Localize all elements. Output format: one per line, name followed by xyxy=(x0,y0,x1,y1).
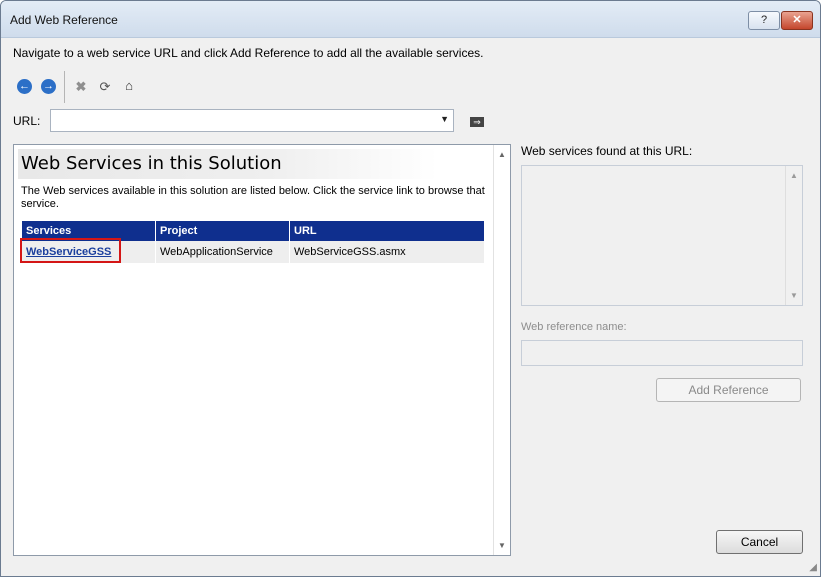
page-heading: Web Services in this Solution xyxy=(21,153,282,174)
browser-scrollbar[interactable]: ▲ ▼ xyxy=(493,145,510,555)
column-header-url: URL xyxy=(289,221,485,241)
back-icon[interactable]: ← xyxy=(17,79,32,94)
found-list-scrollbar: ▲ ▼ xyxy=(785,166,802,305)
chevron-down-icon[interactable]: ▼ xyxy=(440,114,449,124)
help-button[interactable]: ? xyxy=(748,11,780,30)
scroll-down-icon[interactable]: ▼ xyxy=(498,541,506,550)
refresh-icon[interactable]: ⟳ xyxy=(97,79,113,95)
scroll-down-icon: ▼ xyxy=(790,291,798,300)
page-description: The Web services available in this solut… xyxy=(21,185,485,210)
project-cell: WebApplicationService xyxy=(155,241,290,263)
instruction-text: Navigate to a web service URL and click … xyxy=(13,46,484,60)
title-bar: Add Web Reference ? ✕ xyxy=(1,1,820,38)
url-label: URL: xyxy=(13,114,41,128)
resize-grip-icon[interactable]: ◢ xyxy=(809,562,817,573)
web-reference-name-label: Web reference name: xyxy=(521,321,627,333)
highlight-box xyxy=(20,238,121,263)
home-icon[interactable]: ⌂ xyxy=(121,78,137,94)
scroll-up-icon: ▲ xyxy=(790,171,798,180)
forward-icon[interactable]: → xyxy=(41,79,56,94)
stop-icon[interactable]: ✖ xyxy=(73,79,89,95)
url-cell: WebServiceGSS.asmx xyxy=(289,241,485,263)
found-services-label: Web services found at this URL: xyxy=(521,144,693,158)
close-button[interactable]: ✕ xyxy=(781,11,813,30)
found-services-list: ▲ ▼ xyxy=(521,165,803,306)
add-reference-button: Add Reference xyxy=(656,378,801,402)
go-arrow-icon[interactable]: ⇒ xyxy=(470,117,484,127)
web-reference-name-input xyxy=(521,340,803,366)
url-combobox[interactable]: ▼ xyxy=(50,109,454,132)
browser-pane: Web Services in this Solution The Web se… xyxy=(13,144,511,556)
add-web-reference-dialog: Add Web Reference ? ✕ Navigate to a web … xyxy=(0,0,821,577)
scroll-up-icon[interactable]: ▲ xyxy=(498,150,506,159)
column-header-project: Project xyxy=(155,221,290,241)
toolbar-separator xyxy=(64,71,65,103)
window-title: Add Web Reference xyxy=(10,13,118,27)
cancel-button[interactable]: Cancel xyxy=(716,530,803,554)
